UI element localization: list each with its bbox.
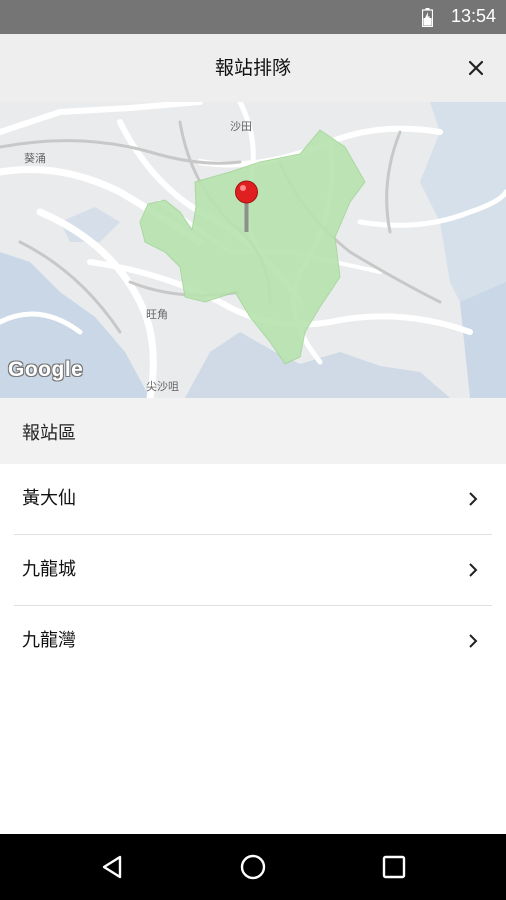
- district-map[interactable]: 沙田 葵涌 旺角 尖沙咀 Google: [0, 102, 506, 398]
- chevron-right-icon: [469, 492, 478, 506]
- map-canvas: [0, 102, 506, 398]
- close-icon[interactable]: [464, 56, 488, 80]
- map-label-mongkok: 旺角: [146, 308, 168, 321]
- status-bar: 13:54: [0, 0, 506, 34]
- section-header-label: 報站區: [22, 423, 76, 444]
- section-header: 報站區: [0, 398, 506, 464]
- page-title: 報站排隊: [214, 57, 291, 79]
- battery-charging-icon: [422, 8, 433, 27]
- google-logo: Google: [8, 358, 84, 381]
- list-item-label: 九龍城: [22, 559, 76, 580]
- chevron-right-icon: [469, 563, 478, 577]
- app-bar: 報站排隊: [0, 34, 506, 102]
- status-time: 13:54: [450, 6, 496, 26]
- back-icon[interactable]: [98, 852, 128, 882]
- list-item-wong-tai-sin[interactable]: 黃大仙: [0, 464, 506, 534]
- district-list: 黃大仙 九龍城 九龍灣: [0, 464, 506, 676]
- navigation-bar: [0, 834, 506, 900]
- recents-icon[interactable]: [379, 852, 409, 882]
- list-item-kowloon-city[interactable]: 九龍城: [0, 535, 506, 605]
- map-label-shatin: 沙田: [230, 120, 252, 133]
- map-label-kwaichung: 葵涌: [24, 152, 46, 165]
- list-item-kowloon-bay[interactable]: 九龍灣: [0, 606, 506, 676]
- home-icon[interactable]: [238, 852, 268, 882]
- list-item-label: 九龍灣: [22, 630, 76, 651]
- map-label-tsimshatsui: 尖沙咀: [146, 380, 179, 393]
- list-item-label: 黃大仙: [22, 488, 76, 509]
- chevron-right-icon: [469, 634, 478, 648]
